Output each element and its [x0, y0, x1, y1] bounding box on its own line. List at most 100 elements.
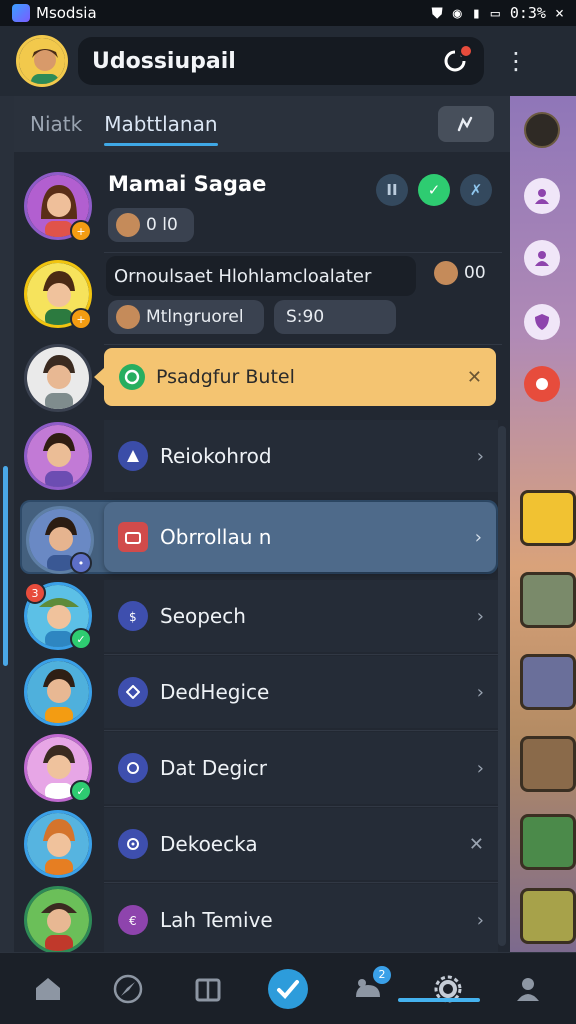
menu-item-icon: €	[118, 905, 148, 935]
tab-action-button[interactable]	[438, 106, 494, 142]
tab-second[interactable]: Mabttlanan	[104, 112, 218, 146]
shield-icon: ⛊	[431, 4, 443, 22]
online-badge: ✓	[70, 780, 92, 802]
refresh-circle-icon	[119, 364, 145, 390]
profile-icon[interactable]	[503, 964, 553, 1014]
alert-icon[interactable]	[524, 366, 560, 402]
status-app-name: Msodsia	[36, 4, 97, 22]
game-tile-2[interactable]	[520, 572, 576, 628]
menu-item-1[interactable]: Reiokohrod ›	[104, 420, 498, 492]
chevron-right-icon: ›	[476, 445, 484, 467]
pets-icon[interactable]: 2	[343, 964, 393, 1014]
contact-list: + Mamai Sagae 0 l0 II ✓ ✗ + Ornoulsaet H…	[14, 152, 510, 956]
divider	[104, 344, 502, 345]
contact-avatar-4[interactable]	[24, 422, 92, 490]
box-icon[interactable]	[183, 964, 233, 1014]
more-menu-icon[interactable]: ⋮	[504, 47, 528, 75]
app-header: Udossiupail ⋮	[0, 26, 576, 96]
divider	[104, 654, 502, 655]
group-icon[interactable]	[524, 240, 560, 276]
contact-badge-1: +	[70, 220, 92, 242]
divider	[104, 252, 502, 253]
contact-badge-5: •	[70, 552, 92, 574]
chevron-right-icon: ›	[476, 681, 484, 703]
check-button[interactable]	[263, 964, 313, 1014]
divider	[104, 806, 502, 807]
menu-item-icon	[118, 829, 148, 859]
mini-avatar	[116, 213, 140, 237]
menu-item-3[interactable]: $ Seopech ›	[104, 580, 498, 652]
nav-count-badge: 2	[373, 965, 391, 984]
divider	[104, 882, 502, 883]
menu-item-icon	[118, 677, 148, 707]
contact-name: Mamai Sagae	[108, 172, 267, 196]
contact-chip[interactable]: 0 l0	[108, 208, 194, 242]
mini-avatar	[116, 305, 140, 329]
list-scrollbar[interactable]	[498, 426, 506, 946]
highlight-card[interactable]: Psadgfur Butel ✕	[94, 348, 496, 406]
pen-icon	[457, 116, 473, 132]
menu-item-5[interactable]: Dat Degicr ›	[104, 732, 498, 804]
game-tile-4[interactable]	[520, 736, 576, 792]
chevron-right-icon: ›	[476, 757, 484, 779]
contact-badge-2: +	[70, 308, 92, 330]
contact-avatar-10[interactable]	[24, 886, 92, 954]
menu-item-icon	[118, 522, 148, 552]
count-badge: 3	[24, 582, 46, 604]
header-title-bar[interactable]: Udossiupail	[78, 37, 484, 85]
left-scroll-thumb[interactable]	[3, 466, 8, 666]
battery-icon: ▭	[490, 4, 500, 22]
profile-avatar[interactable]	[16, 35, 68, 87]
chevron-right-icon: ›	[476, 909, 484, 931]
time-chip: S:90	[274, 300, 396, 334]
pause-button[interactable]: II	[376, 174, 408, 206]
menu-item-6[interactable]: Dekoecka ✕	[104, 808, 498, 880]
reject-button[interactable]: ✗	[460, 174, 492, 206]
close-icon[interactable]: ✕	[467, 367, 482, 388]
app-icon	[12, 4, 30, 22]
nav-active-indicator	[398, 998, 480, 1002]
side-avatar[interactable]	[524, 112, 560, 148]
shield-icon[interactable]	[524, 304, 560, 340]
svg-text:€: €	[129, 914, 137, 927]
online-badge: ✓	[70, 628, 92, 650]
notification-button[interactable]	[440, 44, 473, 76]
accept-button[interactable]: ✓	[418, 174, 450, 206]
people-icon[interactable]	[524, 178, 560, 214]
menu-item-4[interactable]: DedHegice ›	[104, 656, 498, 728]
home-icon[interactable]	[23, 964, 73, 1014]
chevron-right-icon: ›	[476, 605, 484, 627]
status-bar: Msodsia ⛊ ◉ ▮ ▭ 0:3% ×	[0, 0, 576, 26]
side-counter: 00	[426, 256, 496, 290]
status-clock: 0:3% ×	[509, 4, 564, 22]
game-tile-6[interactable]	[520, 888, 576, 944]
contact-avatar-3[interactable]	[24, 344, 92, 412]
tab-first[interactable]: Niatk	[30, 112, 82, 136]
notification-dot	[459, 44, 473, 58]
highlight-label: Psadgfur Butel	[156, 366, 295, 388]
menu-item-icon: $	[118, 601, 148, 631]
menu-item-2[interactable]: Obrrollau n ›	[104, 502, 496, 572]
bottom-navigation: 2	[0, 952, 576, 1024]
chevron-right-icon: ›	[474, 526, 482, 548]
wifi-icon: ◉	[452, 4, 462, 22]
game-tile-5[interactable]	[520, 814, 576, 870]
mini-avatar	[434, 261, 458, 285]
menu-item-icon	[118, 753, 148, 783]
menu-item-7[interactable]: € Lah Temive ›	[104, 884, 498, 956]
game-tile-1[interactable]	[520, 490, 576, 546]
contact-avatar-7[interactable]	[24, 658, 92, 726]
header-title: Udossiupail	[92, 48, 236, 74]
settings-icon[interactable]	[423, 964, 473, 1014]
game-tile-3[interactable]	[520, 654, 576, 710]
close-icon[interactable]: ✕	[469, 834, 484, 855]
right-side-panel	[510, 96, 576, 952]
sender-chip[interactable]: Mtlngruorel	[108, 300, 264, 334]
menu-item-icon	[118, 441, 148, 471]
tab-bar: Niatk Mabttlanan	[14, 96, 510, 152]
left-scroll-rail[interactable]	[0, 96, 14, 952]
compass-icon[interactable]	[103, 964, 153, 1014]
contact-avatar-9[interactable]	[24, 810, 92, 878]
message-bubble[interactable]: Ornoulsaet Hlohlamcloalater	[106, 256, 416, 296]
signal-icon: ▮	[471, 4, 481, 22]
